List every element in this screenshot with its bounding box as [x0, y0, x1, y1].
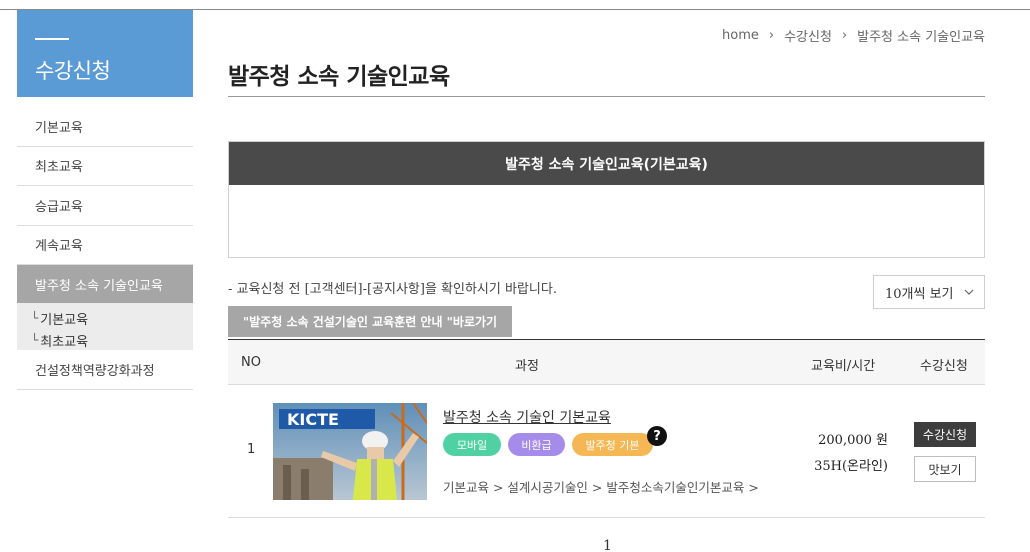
- preview-button[interactable]: 맛보기: [914, 456, 976, 482]
- col-no: NO: [241, 355, 261, 370]
- sidebar-subitem-label: 기본교육: [40, 312, 89, 328]
- page-title: 발주청 소속 기술인교육: [228, 64, 450, 90]
- course-badges: 모바일 비환급 발주청 기본: [443, 433, 653, 456]
- chevron-down-icon: [964, 289, 974, 295]
- branch-icon: └: [31, 333, 39, 347]
- sidebar-item-basic[interactable]: 기본교육: [17, 107, 193, 147]
- course-category-path: 기본교육 > 설계시공기술인 > 발주청소속기술인기본교육 >: [443, 480, 759, 495]
- sidebar-subitem-basic[interactable]: └ 기본교육: [31, 307, 193, 329]
- sidebar-menu: 기본교육 최초교육 승급교육 계속교육 발주청 소속 기술인교육 └ 기본교육 …: [17, 107, 193, 390]
- notice-box: 발주청 소속 기술인교육(기본교육): [228, 141, 985, 258]
- sidebar-item-policy[interactable]: 건설정책역량강화과정: [17, 350, 193, 390]
- sidebar-title: 수강신청: [35, 59, 111, 83]
- sidebar-header-dash: [35, 38, 69, 40]
- page-size-select[interactable]: 10개씩 보기: [873, 275, 985, 309]
- course-fee: 200,000 원: [818, 433, 888, 448]
- col-fee-time: 교육비/시간: [811, 359, 876, 374]
- breadcrumb-level2[interactable]: 발주청 소속 기술인교육: [857, 26, 985, 45]
- breadcrumb-level1[interactable]: 수강신청: [784, 26, 832, 45]
- col-apply: 수강신청: [920, 359, 968, 374]
- title-divider: [228, 96, 985, 97]
- sidebar-subitem-label: 최초교육: [40, 334, 89, 350]
- course-title-link[interactable]: 발주청 소속 기술인 기본교육: [443, 407, 611, 427]
- badge-agency-basic: 발주청 기본: [572, 433, 653, 456]
- notice-title: 발주청 소속 기술인교육(기본교육): [229, 142, 984, 185]
- course-hours: 35H(온라인): [814, 459, 888, 474]
- apply-button[interactable]: 수강신청: [914, 422, 976, 447]
- sidebar-item-continuing[interactable]: 계속교육: [17, 226, 193, 265]
- pagination-current[interactable]: 1: [603, 538, 612, 552]
- breadcrumb-home[interactable]: home: [722, 28, 759, 43]
- table-row: 1 KICTE 발주청 소속 기술인 기본교육 모바일 비환급 발주청 기본 ?…: [228, 385, 985, 518]
- table-header: NO 과정 교육비/시간 수강신청: [228, 339, 985, 385]
- badge-nonrefund: 비환급: [508, 433, 565, 456]
- breadcrumb: home › 수강신청 › 발주청 소속 기술인교육: [722, 26, 985, 45]
- page-size-value: 10개씩 보기: [885, 286, 954, 302]
- sidebar: 수강신청 기본교육 최초교육 승급교육 계속교육 발주청 소속 기술인교육 └ …: [17, 10, 193, 390]
- branch-icon: └: [31, 311, 39, 325]
- row-number: 1: [247, 442, 256, 457]
- sidebar-item-initial[interactable]: 최초교육: [17, 147, 193, 186]
- sidebar-item-client-agency[interactable]: 발주청 소속 기술인교육: [17, 265, 193, 303]
- guide-link-button[interactable]: "발주청 소속 건설기술인 교육훈련 안내 "바로가기: [228, 306, 512, 337]
- sidebar-item-promotion[interactable]: 승급교육: [17, 186, 193, 226]
- chevron-right-icon: ›: [768, 28, 775, 43]
- thumbnail-logo-text: KICTE: [287, 410, 339, 429]
- chevron-right-icon: ›: [841, 28, 848, 43]
- sidebar-subitem-initial[interactable]: └ 최초교육: [31, 329, 193, 351]
- course-thumbnail[interactable]: KICTE: [273, 403, 427, 500]
- col-course: 과정: [515, 359, 539, 374]
- sidebar-header: 수강신청: [17, 10, 193, 97]
- help-icon[interactable]: ?: [647, 426, 667, 446]
- course-thumbnail-image: KICTE: [273, 403, 427, 500]
- sidebar-submenu: └ 기본교육 └ 최초교육: [17, 303, 193, 350]
- badge-mobile: 모바일: [443, 433, 501, 456]
- info-text: - 교육신청 전 [고객센터]-[공지사항]을 확인하시기 바랍니다.: [228, 282, 557, 297]
